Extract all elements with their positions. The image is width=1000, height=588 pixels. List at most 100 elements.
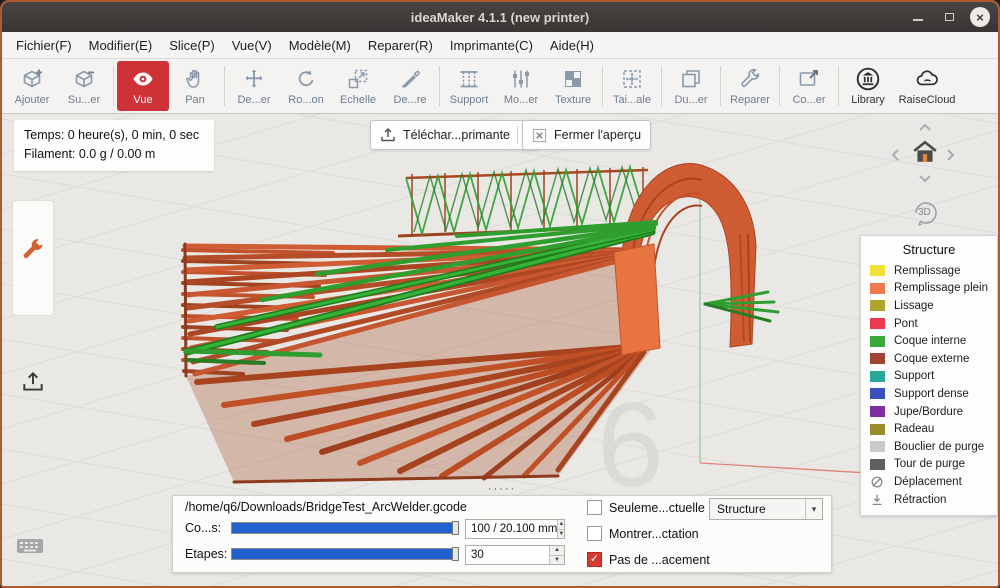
app-window: ideaMaker 4.1.1 (new printer) × Fichier(… [0,0,1000,588]
view-3d-label: 3D [918,207,931,218]
menu-item-vue[interactable]: Vue(V) [232,38,272,53]
eye-icon [131,66,155,92]
modifier-icon [509,66,533,92]
move-icon [242,66,266,92]
legend-item-label: Tour de purge [894,458,965,470]
keyboard-icon[interactable] [16,536,44,556]
menu-item-slice[interactable]: Slice(P) [169,38,215,53]
menu-item-modele[interactable]: Modèle(M) [289,38,351,53]
menu-item-modifier[interactable]: Modifier(E) [89,38,153,53]
toolbar-button-taille-maximale[interactable]: Tai...ale [606,61,658,111]
no-travel-checkbox[interactable]: ✓ Pas de ...acement [587,552,710,567]
legend-item-bouclier-de-purge[interactable]: Bouclier de purge [861,438,997,456]
close-preview-label: Fermer l'aperçu [554,128,641,142]
checkmark-icon: ✓ [590,554,599,565]
toolbar-button-supprimer[interactable]: Su...er [58,61,110,111]
menu-item-reparer[interactable]: Reparer(R) [368,38,433,53]
rotate-up-button[interactable] [918,122,932,132]
legend-item-lissage[interactable]: Lissage [861,297,997,315]
rotate-down-button[interactable] [918,174,932,184]
preview-control-panel: ····· /home/q6/Downloads/BridgeTest_ArcW… [172,495,832,573]
toolbar-button-modifier[interactable]: Mo...er [495,61,547,111]
layers-slider[interactable] [231,522,459,534]
layers-spinbox[interactable]: 100 / 20.100 mm ▲ ▼ [465,519,565,539]
export-share-button[interactable] [20,369,46,395]
toolbar-button-pan[interactable]: Pan [169,61,221,111]
maximize-button[interactable] [939,7,959,27]
toolbar-button-support[interactable]: Support [443,61,495,111]
spin-up-button[interactable]: ▲ [550,546,564,556]
toolbar-button-couper[interactable]: Co...er [783,61,835,111]
toolbar-button-rotation[interactable]: Ro...on [280,61,332,111]
structure-dropdown[interactable]: Structure ▾ [709,498,823,520]
legend-item-tour-de-purge[interactable]: Tour de purge [861,456,997,474]
close-button[interactable]: × [970,7,990,27]
toolbar-button-vue[interactable]: Vue [117,61,169,111]
legend-item-remplissage[interactable]: Remplissage [861,262,997,280]
legend-item-jupe-bordure[interactable]: Jupe/Bordure [861,403,997,421]
legend-item-deplacement[interactable]: Déplacement [861,473,997,491]
left-tool-panel [12,200,54,316]
spin-down-button[interactable]: ▼ [550,556,564,565]
toolbar-button-dupliquer[interactable]: Du...er [665,61,717,111]
toolbar-button-raisecloud[interactable]: RaiseCloud [894,61,960,111]
upload-icon [380,127,396,143]
titlebar[interactable]: ideaMaker 4.1.1 (new printer) × [2,2,998,32]
structure-legend: Structure Remplissage Remplissage plein … [860,235,998,516]
legend-item-support[interactable]: Support [861,368,997,386]
minimize-button[interactable] [908,7,928,27]
toolbar-button-deplacer[interactable]: De...er [228,61,280,111]
toolbar-button-texture[interactable]: Texture [547,61,599,111]
view-3d-toggle[interactable]: 3D [910,198,942,228]
layers-slider-handle[interactable] [452,521,459,535]
steps-slider-handle[interactable] [452,547,459,561]
travel-icon [870,475,885,489]
legend-item-label: Bouclier de purge [894,441,984,453]
viewport-3d[interactable]: 6 [2,114,998,586]
toolbar-button-reparer[interactable]: Reparer [724,61,776,111]
home-view-button[interactable] [912,140,938,164]
toolbar-button-library[interactable]: Library [842,61,894,111]
toolbar-button-label: Mo...er [504,94,538,106]
legend-item-remplissage-plein[interactable]: Remplissage plein [861,280,997,298]
toolbar-button-ajouter[interactable]: Ajouter [6,61,58,111]
show-annotation-checkbox[interactable]: ✓ Montrer...ctation [587,526,699,541]
toolbar-button-decoupe-libre[interactable]: De...re [384,61,436,111]
legend-item-radeau[interactable]: Radeau [861,420,997,438]
menu-item-imprimante[interactable]: Imprimante(C) [450,38,533,53]
legend-item-coque-interne[interactable]: Coque interne [861,332,997,350]
settings-wrench-button[interactable] [20,237,46,315]
spin-down-button[interactable]: ▼ [558,530,564,539]
only-current-layer-checkbox[interactable]: ✓ Seuleme...ctuelle [587,500,705,515]
rotate-right-button[interactable] [946,148,956,162]
legend-item-coque-externe[interactable]: Coque externe [861,350,997,368]
toolbar-button-label: Su...er [68,94,100,106]
rotate-icon [294,66,318,92]
checkbox-label: Montrer...ctation [609,527,699,541]
close-preview-button[interactable]: Fermer l'aperçu [522,120,651,150]
toolbar-separator [779,66,780,106]
steps-slider[interactable] [231,548,459,560]
repair-icon [738,66,762,92]
dropdown-value: Structure [710,502,805,516]
legend-item-label: Remplissage plein [894,282,988,294]
panel-drag-handle[interactable]: ····· [173,483,831,495]
legend-color-swatch [870,406,885,417]
chevron-down-icon: ▾ [805,499,822,519]
toolbar-button-label: Support [450,94,489,106]
menu-item-aide[interactable]: Aide(H) [550,38,594,53]
rotate-left-button[interactable] [890,148,900,162]
toolbar-separator [224,66,225,106]
texture-icon [561,66,585,92]
steps-spinbox[interactable]: 30 ▲ ▼ [465,545,565,565]
spinner: ▲ ▼ [557,520,564,538]
legend-item-label: Support [894,370,934,382]
legend-item-retraction[interactable]: Rétraction [861,491,997,509]
upload-to-printer-button[interactable]: Téléchar...primante ▾ [370,120,540,150]
window-title: ideaMaker 4.1.1 (new printer) [411,10,589,25]
menu-item-fichier[interactable]: Fichier(F) [16,38,72,53]
legend-item-pont[interactable]: Pont [861,315,997,333]
legend-item-support-dense[interactable]: Support dense [861,385,997,403]
spin-up-button[interactable]: ▲ [558,520,564,530]
toolbar-button-echelle[interactable]: Echelle [332,61,384,111]
